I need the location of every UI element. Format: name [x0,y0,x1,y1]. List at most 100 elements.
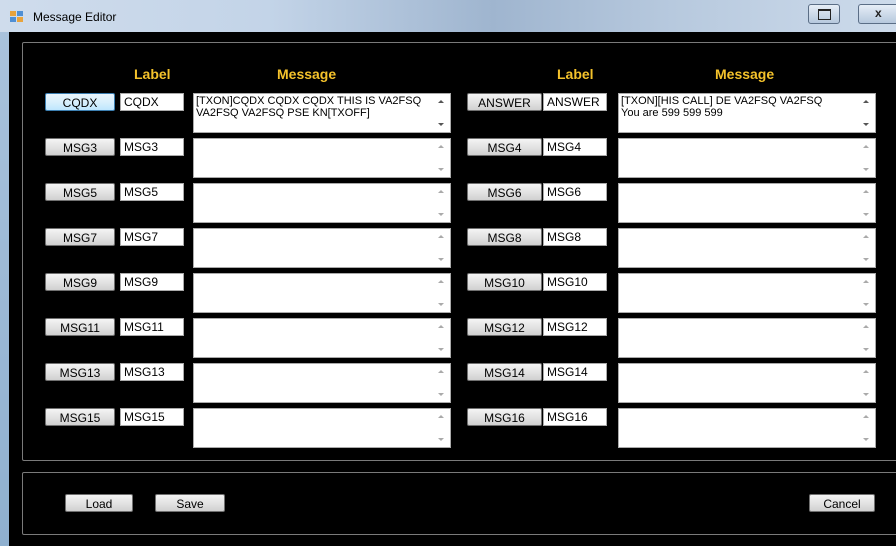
scroll-down-icon[interactable] [438,393,444,396]
msg7-label-field[interactable]: MSG7 [120,228,184,246]
msg9-label-field[interactable]: MSG9 [120,273,184,291]
msg5-message-field[interactable] [193,183,451,223]
msg8-message-scrollbar[interactable] [858,229,875,267]
scroll-down-icon[interactable] [438,438,444,441]
scroll-up-icon[interactable] [863,145,869,148]
msg12-message-scrollbar[interactable] [858,319,875,357]
msg16-message-field[interactable] [618,408,876,448]
msg11-message-field[interactable] [193,318,451,358]
cancel-button[interactable]: Cancel [809,494,875,512]
scroll-up-icon[interactable] [438,370,444,373]
send-msg15-button[interactable]: MSG15 [45,408,115,426]
cqdx-message-field[interactable]: [TXON]CQDX CQDX CQDX THIS IS VA2FSQ VA2F… [193,93,451,133]
scroll-up-icon[interactable] [438,190,444,193]
save-button[interactable]: Save [155,494,225,512]
scroll-up-icon[interactable] [438,325,444,328]
msg6-message-scrollbar[interactable] [858,184,875,222]
send-msg13-button[interactable]: MSG13 [45,363,115,381]
send-msg4-button[interactable]: MSG4 [467,138,542,156]
scroll-down-icon[interactable] [438,213,444,216]
scroll-down-icon[interactable] [863,213,869,216]
answer-message-scrollbar[interactable] [858,94,875,132]
msg8-label-field[interactable]: MSG8 [543,228,607,246]
send-msg6-button[interactable]: MSG6 [467,183,542,201]
msg16-label-field[interactable]: MSG16 [543,408,607,426]
close-button[interactable]: x [858,4,896,24]
send-msg3-button[interactable]: MSG3 [45,138,115,156]
msg6-message-field[interactable] [618,183,876,223]
scroll-down-icon[interactable] [863,393,869,396]
msg11-label-field[interactable]: MSG11 [120,318,184,336]
scroll-up-icon[interactable] [863,415,869,418]
msg12-label-field[interactable]: MSG12 [543,318,607,336]
msg4-message-scrollbar[interactable] [858,139,875,177]
scroll-down-icon[interactable] [863,258,869,261]
msg9-message-scrollbar[interactable] [433,274,450,312]
scroll-up-icon[interactable] [438,100,444,103]
msg9-message-field[interactable] [193,273,451,313]
answer-message-field[interactable]: [TXON][HIS CALL] DE VA2FSQ VA2FSQ You ar… [618,93,876,133]
scroll-down-icon[interactable] [863,348,869,351]
scroll-up-icon[interactable] [863,280,869,283]
scroll-up-icon[interactable] [863,370,869,373]
msg6-label-field[interactable]: MSG6 [543,183,607,201]
scroll-down-icon[interactable] [438,303,444,306]
cqdx-label-field[interactable]: CQDX [120,93,184,111]
scroll-down-icon[interactable] [863,168,869,171]
send-msg5-button[interactable]: MSG5 [45,183,115,201]
msg15-message-field[interactable] [193,408,451,448]
scroll-up-icon[interactable] [863,325,869,328]
scroll-up-icon[interactable] [438,280,444,283]
msg12-message-field[interactable] [618,318,876,358]
scroll-up-icon[interactable] [438,235,444,238]
scroll-up-icon[interactable] [863,190,869,193]
scroll-up-icon[interactable] [863,100,869,103]
send-msg11-button[interactable]: MSG11 [45,318,115,336]
scroll-down-icon[interactable] [863,438,869,441]
msg15-message-scrollbar[interactable] [433,409,450,447]
send-msg12-button[interactable]: MSG12 [467,318,542,336]
scroll-down-icon[interactable] [863,123,869,126]
msg5-label-field[interactable]: MSG5 [120,183,184,201]
msg10-message-field[interactable] [618,273,876,313]
scroll-down-icon[interactable] [438,123,444,126]
send-msg10-button[interactable]: MSG10 [467,273,542,291]
scroll-down-icon[interactable] [438,348,444,351]
scroll-down-icon[interactable] [438,168,444,171]
send-msg9-button[interactable]: MSG9 [45,273,115,291]
cqdx-message-scrollbar[interactable] [433,94,450,132]
send-answer-button[interactable]: ANSWER [467,93,542,111]
msg14-message-scrollbar[interactable] [858,364,875,402]
title-bar[interactable]: Message Editor x [0,0,896,32]
msg5-message-scrollbar[interactable] [433,184,450,222]
msg16-message-scrollbar[interactable] [858,409,875,447]
msg14-label-field[interactable]: MSG14 [543,363,607,381]
msg11-message-scrollbar[interactable] [433,319,450,357]
scroll-up-icon[interactable] [438,145,444,148]
msg15-label-field[interactable]: MSG15 [120,408,184,426]
msg4-label-field[interactable]: MSG4 [543,138,607,156]
load-button[interactable]: Load [65,494,133,512]
msg3-message-field[interactable] [193,138,451,178]
scroll-down-icon[interactable] [863,303,869,306]
answer-label-field[interactable]: ANSWER [543,93,607,111]
msg7-message-field[interactable] [193,228,451,268]
send-msg7-button[interactable]: MSG7 [45,228,115,246]
restore-button[interactable] [808,4,840,24]
msg7-message-scrollbar[interactable] [433,229,450,267]
msg13-message-scrollbar[interactable] [433,364,450,402]
msg13-message-field[interactable] [193,363,451,403]
scroll-down-icon[interactable] [438,258,444,261]
msg8-message-field[interactable] [618,228,876,268]
scroll-up-icon[interactable] [438,415,444,418]
msg14-message-field[interactable] [618,363,876,403]
send-msg14-button[interactable]: MSG14 [467,363,542,381]
send-msg8-button[interactable]: MSG8 [467,228,542,246]
msg13-label-field[interactable]: MSG13 [120,363,184,381]
msg4-message-field[interactable] [618,138,876,178]
scroll-up-icon[interactable] [863,235,869,238]
msg3-label-field[interactable]: MSG3 [120,138,184,156]
send-cqdx-button[interactable]: CQDX [45,93,115,111]
msg3-message-scrollbar[interactable] [433,139,450,177]
msg10-message-scrollbar[interactable] [858,274,875,312]
